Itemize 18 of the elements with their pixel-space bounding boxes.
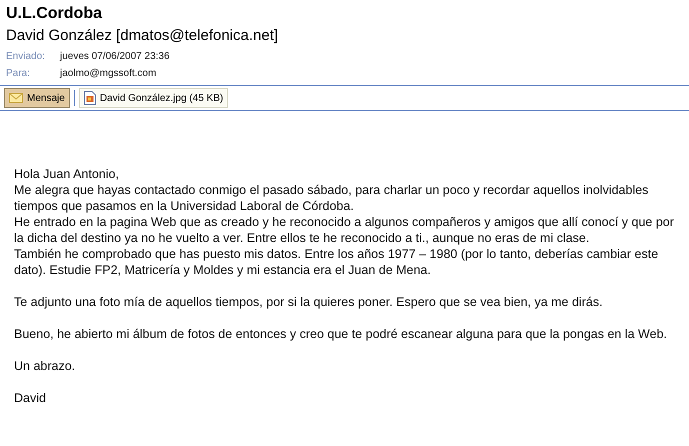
message-paragraph: Te adjunto una foto mía de aquellos tiempos, por si la quieres poner. Espero que se vea bien, ya me dirás. [14, 294, 604, 310]
message-paragraph: He entrado en la pagina Web que as creado y he reconocido a algunos compañeros y amigos que allí conocí y que por la dicha del destino ya no he vuelto a ver. Entre ellos te he reconocido a ti., aunque no eras de mi clase. [14, 214, 675, 246]
field-label: Enviado: [6, 50, 46, 64]
message-paragraph: Un abrazo. [14, 358, 76, 374]
message-paragraph: Hola Juan Antonio, [14, 166, 120, 182]
email-subject: U.L.Cordoba [6, 4, 104, 24]
envelope-icon [9, 93, 23, 103]
field-value: jueves 07/06/2007 23:36 [60, 50, 170, 64]
message-paragraph: David [14, 390, 47, 406]
image-file-icon [84, 91, 96, 105]
message-paragraph: Me alegra que hayas contactado conmigo el pasado sábado, para charlar un poco y recordar aquellos inolvidables tiempos que pasamos en la Universidad Laboral de Córdoba. [14, 182, 650, 214]
attachment-tab[interactable]: David González.jpg (45 KB) [78, 88, 228, 108]
message-tab[interactable]: Mensaje [4, 88, 70, 108]
field-label: Para: [6, 67, 31, 81]
sender-name: David González [dmatos@telefonica.net] [6, 26, 280, 46]
message-paragraph: También he comprobado que has puesto mis datos. Entre los años 1977 – 1980 (por lo tanto, deberías cambiar este dato). Estudie FP2, Matricería y Moldes y mi estancia era el Juan de Mena. [14, 246, 660, 278]
field-value: jaolmo@mgssoft.com [60, 67, 156, 81]
message-paragraph: Bueno, he abierto mi álbum de fotos de entonces y creo que te podré escanear alguna para que la pongas en la Web. [14, 326, 668, 342]
